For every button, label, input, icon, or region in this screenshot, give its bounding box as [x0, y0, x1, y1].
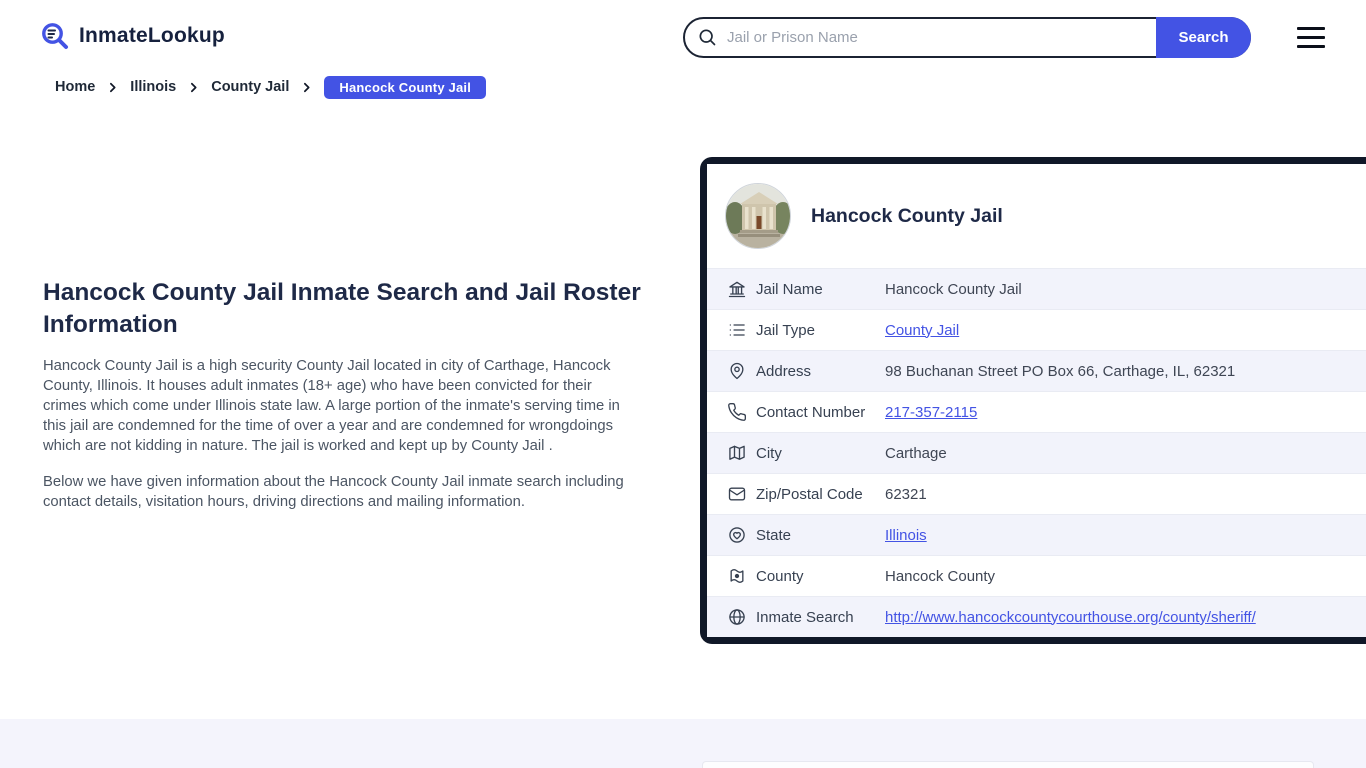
breadcrumb-home[interactable]: Home: [55, 79, 95, 95]
jail-info-row-county: County Hancock County: [707, 555, 1366, 596]
logo-magnifier-icon: [40, 21, 70, 51]
landmark-icon: [727, 279, 747, 299]
row-value: 217-357-2115: [885, 404, 977, 421]
jail-info-row-address: Address 98 Buchanan Street PO Box 66, Car…: [707, 350, 1366, 391]
row-label: Address: [756, 362, 812, 380]
row-value: County Jail: [885, 322, 959, 339]
card-title: Hancock County Jail: [811, 204, 1003, 227]
row-value-link[interactable]: 217-357-2115: [885, 404, 977, 421]
breadcrumb: Home Illinois County Jail Hancock County…: [55, 75, 487, 99]
row-value-link[interactable]: County Jail: [885, 322, 959, 339]
row-value: Carthage: [885, 444, 947, 462]
jail-info-row-state: State Illinois: [707, 514, 1366, 555]
county-map-icon: [727, 566, 747, 586]
breadcrumb-county-jail[interactable]: County Jail: [211, 79, 289, 95]
row-label: Jail Type: [756, 321, 815, 339]
jail-info-row-jail-name: Jail Name Hancock County Jail: [707, 268, 1366, 309]
jail-info-table: Jail Name Hancock County Jail Jail Type Cou…: [707, 268, 1366, 637]
jail-info-row-city: City Carthage: [707, 432, 1366, 473]
row-value: Illinois: [885, 527, 927, 544]
jail-info-row-inmate-search: Inmate Search http://www.hancockcountycou…: [707, 596, 1366, 637]
search-button[interactable]: Search: [1156, 17, 1251, 58]
row-label: County: [756, 567, 804, 585]
globe-americas-icon: [727, 525, 747, 545]
logo[interactable]: InmateLookup: [40, 21, 225, 51]
jail-info-row-contact-number: Contact Number 217-357-2115: [707, 391, 1366, 432]
row-value: Hancock County: [885, 567, 996, 585]
row-value-link[interactable]: Illinois: [885, 527, 927, 544]
menu-icon[interactable]: [1297, 27, 1325, 48]
logo-text: InmateLookup: [79, 24, 225, 47]
list-icon: [727, 320, 747, 340]
chevron-right-icon: [300, 81, 313, 94]
row-value: Hancock County Jail: [885, 280, 1022, 298]
breadcrumb-illinois[interactable]: Illinois: [130, 79, 176, 95]
jail-info-row-zip-postal-code: Zip/Postal Code 62321: [707, 473, 1366, 514]
chevron-right-icon: [106, 81, 119, 94]
jail-card: Hancock County Jail Jail Name Hancock Cou…: [700, 157, 1366, 644]
row-label: Zip/Postal Code: [756, 485, 863, 503]
row-value: 98 Buchanan Street PO Box 66, Carthage, …: [885, 362, 1236, 380]
row-value: 62321: [885, 485, 927, 503]
search-bar: Search: [683, 17, 1251, 58]
footer-band: [0, 719, 1366, 768]
row-value: http://www.hancockcountycourthouse.org/c…: [885, 609, 1256, 626]
breadcrumb-current-badge[interactable]: Hancock County Jail: [324, 75, 487, 99]
jail-photo: [725, 183, 791, 249]
jail-info-row-jail-type: Jail Type County Jail: [707, 309, 1366, 350]
row-label: Jail Name: [756, 280, 823, 298]
map-icon: [727, 443, 747, 463]
page-title: Hancock County Jail Inmate Search and Ja…: [43, 279, 641, 338]
phone-icon: [727, 402, 747, 422]
next-card-top-edge: [702, 761, 1314, 768]
row-value-link[interactable]: http://www.hancockcountycourthouse.org/c…: [885, 609, 1256, 626]
search-icon: [697, 27, 717, 52]
mail-icon: [727, 484, 747, 504]
row-label: State: [756, 526, 792, 544]
map-pin-icon: [727, 361, 747, 381]
intro-paragraph: Hancock County Jail is a high security C…: [43, 358, 620, 454]
row-label: City: [756, 444, 782, 462]
info-paragraph: Below we have given information about th…: [43, 474, 624, 510]
chevron-right-icon: [187, 81, 200, 94]
page: InmateLookup Search Home Illinois County…: [0, 0, 1366, 768]
globe-icon: [727, 607, 747, 627]
jail-card-header: Hancock County Jail: [707, 164, 1366, 268]
row-label: Contact Number: [756, 403, 866, 421]
row-label: Inmate Search: [756, 608, 854, 626]
